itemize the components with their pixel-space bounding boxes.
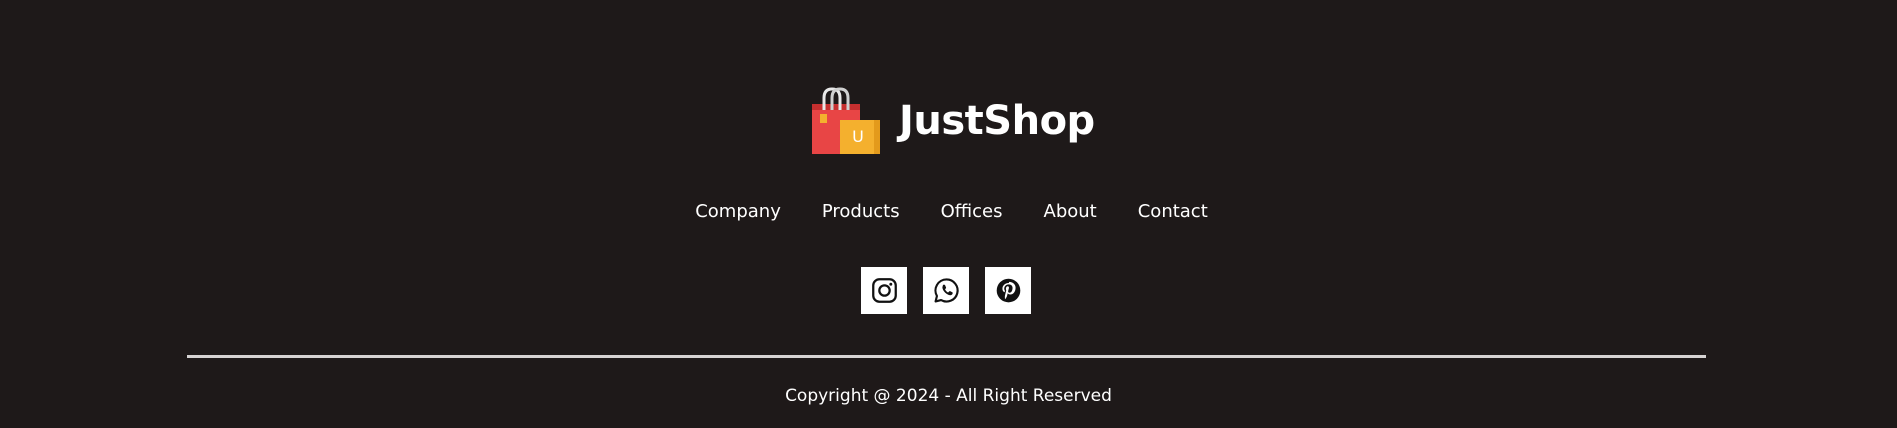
brand[interactable]: U JustShop <box>810 86 1095 156</box>
pinterest-button[interactable] <box>985 267 1031 314</box>
instagram-button[interactable] <box>861 267 907 314</box>
social-links <box>861 267 1031 314</box>
nav-link-company[interactable]: Company <box>695 198 781 226</box>
footer-divider <box>187 355 1706 358</box>
footer-nav: Company Products Offices About Contact <box>0 198 1897 226</box>
shopping-bags-icon: U <box>812 87 880 154</box>
nav-link-contact[interactable]: Contact <box>1138 198 1208 226</box>
nav-link-about[interactable]: About <box>1044 198 1097 226</box>
logo-letter: U <box>852 127 864 146</box>
brand-name[interactable]: JustShop <box>899 86 1095 156</box>
instagram-icon <box>871 278 897 303</box>
site-footer: U JustShop Company Products Offices Abou… <box>0 0 1897 428</box>
nav-link-offices[interactable]: Offices <box>941 198 1003 226</box>
whatsapp-icon <box>933 278 959 303</box>
pinterest-icon <box>996 278 1020 303</box>
copyright-text: Copyright @ 2024 - All Right Reserved <box>785 386 1112 406</box>
nav-link-products[interactable]: Products <box>822 198 900 226</box>
whatsapp-button[interactable] <box>923 267 969 314</box>
